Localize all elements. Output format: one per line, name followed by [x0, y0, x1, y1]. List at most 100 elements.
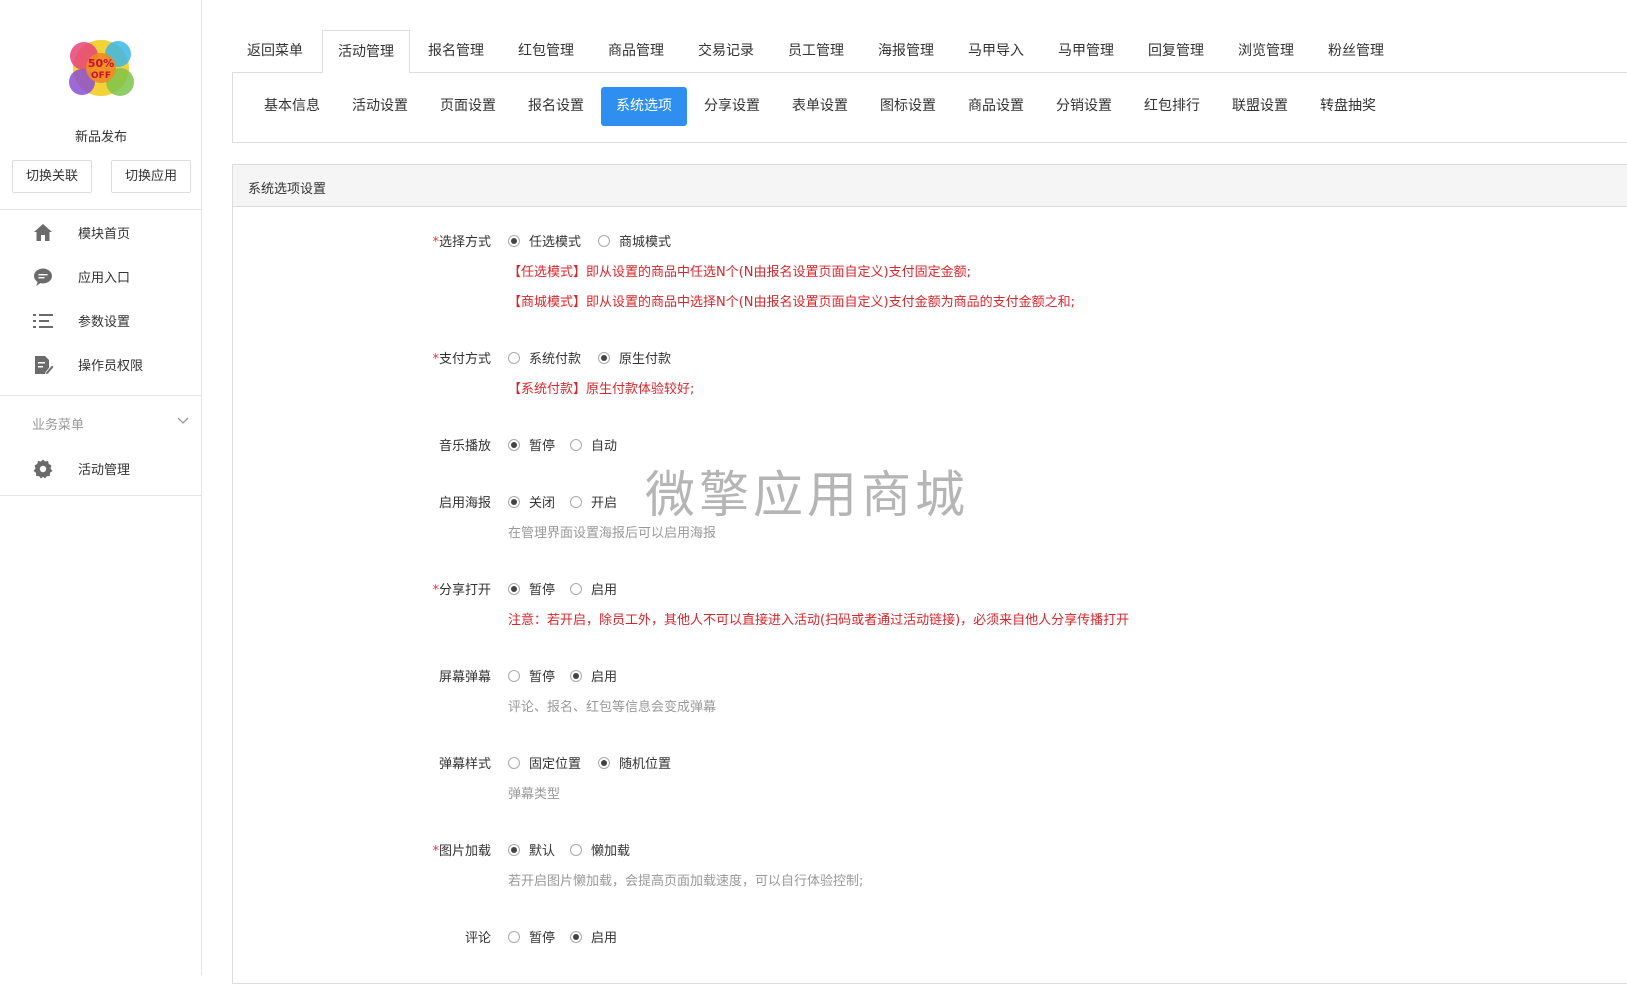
tab-browse-management[interactable]: 浏览管理	[1222, 30, 1310, 73]
share-open-option-enable[interactable]: 启用	[570, 579, 617, 598]
sidebar-item-operator-permissions[interactable]: 操作员权限	[0, 342, 201, 386]
select-mode-option-free[interactable]: 任选模式	[508, 231, 581, 250]
barrage-option-enable[interactable]: 启用	[570, 666, 617, 685]
sidebar: 50% OFF 新品发布 切换关联 切换应用 模块首页 应用入口 参数设置 操作…	[0, 0, 202, 975]
panel-title: 系统选项设置	[248, 182, 327, 197]
barrage-style-option-random[interactable]: 随机位置	[598, 753, 671, 772]
barrage-style-hint: 弹幕类型	[508, 787, 561, 802]
image-load-option-lazy[interactable]: 懒加载	[570, 840, 630, 859]
tab-fans-management[interactable]: 粉丝管理	[1312, 30, 1400, 73]
comment-option-pause[interactable]: 暂停	[508, 927, 555, 946]
panel-header: 系统选项设置	[233, 165, 1627, 207]
home-icon	[34, 224, 52, 241]
sidebar-item-app-entry[interactable]: 应用入口	[0, 254, 201, 298]
tab-vest-import[interactable]: 马甲导入	[952, 30, 1040, 73]
logo-text: 50%	[88, 57, 114, 70]
subtab-basic-info[interactable]: 基本信息	[249, 87, 335, 126]
radio-icon	[570, 930, 582, 943]
radio-icon	[598, 351, 610, 364]
subtab-page-settings[interactable]: 页面设置	[425, 87, 511, 126]
subtab-wheel-lottery[interactable]: 转盘抽奖	[1305, 87, 1391, 126]
music-option-auto[interactable]: 自动	[570, 435, 617, 454]
subtab-form-settings[interactable]: 表单设置	[777, 87, 863, 126]
sidebar-item-label: 参数设置	[78, 315, 131, 330]
tab-transaction-records[interactable]: 交易记录	[682, 30, 770, 73]
subtab-activity-settings[interactable]: 活动设置	[337, 87, 423, 126]
radio-icon	[570, 669, 582, 682]
subtab-icon-settings[interactable]: 图标设置	[865, 87, 951, 126]
edit-doc-icon	[35, 356, 54, 376]
music-option-pause[interactable]: 暂停	[508, 435, 555, 454]
radio-icon	[508, 582, 520, 595]
tab-signup-management[interactable]: 报名管理	[412, 30, 500, 73]
sidebar-item-params[interactable]: 参数设置	[0, 298, 201, 342]
subtab-redpacket-ranking[interactable]: 红包排行	[1129, 87, 1215, 126]
poster-option-off[interactable]: 关闭	[508, 492, 555, 511]
barrage-label: 屏幕弹幕	[438, 670, 491, 685]
comment-label: 评论	[464, 931, 491, 946]
select-mode-hint-mall: 【商城模式】即从设置的商品中选择N个(N由报名设置页面自定义)支付金额为商品的支…	[508, 295, 1075, 310]
pay-mode-option-native[interactable]: 原生付款	[598, 348, 671, 367]
switch-app-button[interactable]: 切换应用	[111, 160, 191, 193]
tab-back-menu[interactable]: 返回菜单	[232, 30, 318, 73]
list-icon	[33, 314, 53, 328]
sidebar-item-label: 应用入口	[78, 271, 131, 286]
barrage-style-option-fixed[interactable]: 固定位置	[508, 753, 581, 772]
sidebar-divider	[0, 395, 201, 396]
radio-icon	[570, 438, 582, 451]
radio-icon	[570, 495, 582, 508]
pay-mode-option-system[interactable]: 系统付款	[508, 348, 581, 367]
sidebar-item-label: 模块首页	[78, 227, 131, 242]
settings-panel: 系统选项设置 *选择方式 任选模式 商城模式 【任选模式】即从设置的商品中任选N…	[232, 164, 1627, 984]
radio-icon	[508, 756, 520, 769]
barrage-option-pause[interactable]: 暂停	[508, 666, 555, 685]
poster-label: 启用海报	[438, 496, 491, 511]
subtab-distribution-settings[interactable]: 分销设置	[1041, 87, 1127, 126]
sidebar-item-module-home[interactable]: 模块首页	[0, 210, 201, 254]
image-load-option-default[interactable]: 默认	[508, 840, 555, 859]
gear-icon	[33, 459, 53, 479]
radio-icon	[570, 582, 582, 595]
radio-icon	[508, 438, 520, 451]
pay-mode-label: *支付方式	[432, 352, 491, 367]
chat-icon	[34, 268, 52, 286]
select-mode-hint-free: 【任选模式】即从设置的商品中任选N个(N由报名设置页面自定义)支付固定金额;	[508, 265, 971, 280]
radio-icon	[598, 756, 610, 769]
subtab-signup-settings[interactable]: 报名设置	[513, 87, 599, 126]
watermark: 微擎应用商城	[645, 466, 969, 524]
subtab-product-settings[interactable]: 商品设置	[953, 87, 1039, 126]
subtab-share-settings[interactable]: 分享设置	[689, 87, 775, 126]
sidebar-divider	[0, 495, 201, 496]
tab-poster-management[interactable]: 海报管理	[862, 30, 950, 73]
chevron-down-icon[interactable]	[176, 413, 190, 427]
pay-mode-hint: 【系统付款】原生付款体验较好;	[508, 382, 695, 397]
poster-option-on[interactable]: 开启	[570, 492, 617, 511]
sidebar-item-activity-management[interactable]: 活动管理	[0, 446, 201, 490]
sidebar-section-business-menu: 业务菜单	[32, 418, 85, 433]
tab-reply-management[interactable]: 回复管理	[1132, 30, 1220, 73]
select-mode-option-mall[interactable]: 商城模式	[598, 231, 671, 250]
barrage-hint: 评论、报名、红包等信息会变成弹幕	[508, 700, 717, 715]
sidebar-item-label: 操作员权限	[78, 359, 144, 374]
image-load-hint: 若开启图片懒加载，会提高页面加载速度，可以自行体验控制;	[508, 874, 864, 889]
barrage-style-label: 弹幕样式	[438, 757, 491, 772]
radio-icon	[508, 843, 520, 856]
radio-icon	[570, 843, 582, 856]
tab-product-management[interactable]: 商品管理	[592, 30, 680, 73]
share-open-label: *分享打开	[432, 583, 491, 598]
select-mode-label: *选择方式	[432, 235, 491, 250]
radio-icon	[508, 930, 520, 943]
sidebar-item-label: 活动管理	[78, 463, 131, 478]
subtab-system-options[interactable]: 系统选项	[601, 87, 687, 126]
top-tabs: 返回菜单 活动管理 报名管理 红包管理 商品管理 交易记录 员工管理 海报管理 …	[232, 30, 1627, 74]
radio-icon	[508, 234, 520, 247]
radio-icon	[508, 351, 520, 364]
switch-link-button[interactable]: 切换关联	[12, 160, 92, 193]
tab-activity-management[interactable]: 活动管理	[322, 30, 410, 74]
tab-vest-management[interactable]: 马甲管理	[1042, 30, 1130, 73]
comment-option-enable[interactable]: 启用	[570, 927, 617, 946]
tab-redpacket-management[interactable]: 红包管理	[502, 30, 590, 73]
tab-staff-management[interactable]: 员工管理	[772, 30, 860, 73]
share-open-option-pause[interactable]: 暂停	[508, 579, 555, 598]
subtab-alliance-settings[interactable]: 联盟设置	[1217, 87, 1303, 126]
